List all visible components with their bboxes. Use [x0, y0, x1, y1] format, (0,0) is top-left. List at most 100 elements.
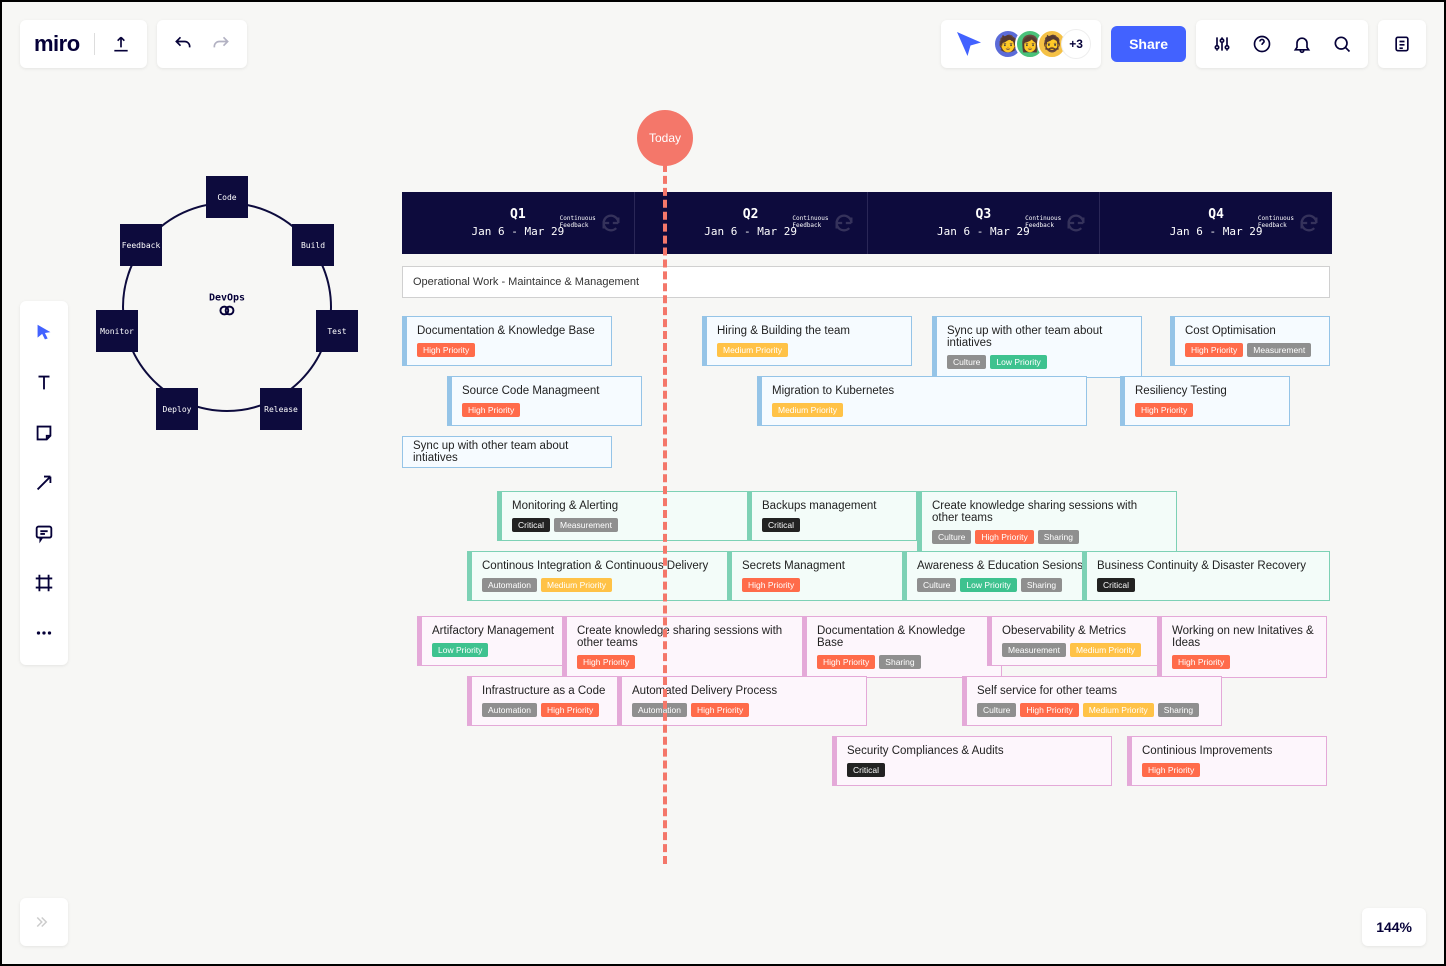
- tag: Low Priority: [990, 355, 1046, 369]
- sticky-tool[interactable]: [20, 409, 68, 457]
- avatars[interactable]: 🧑 👩 🧔 +3: [993, 29, 1091, 59]
- quarter-header[interactable]: Q3Jan 6 - Mar 29 ContinuousFeedback: [868, 192, 1101, 254]
- tag: Medium Priority: [772, 403, 843, 417]
- devops-node[interactable]: Test: [316, 310, 358, 352]
- tag: Sharing: [1021, 578, 1062, 592]
- arrow-tool[interactable]: [20, 459, 68, 507]
- continuous-feedback-icon: ContinuousFeedback: [1025, 212, 1087, 234]
- roadmap-card[interactable]: Secrets Managment High Priority: [727, 551, 917, 601]
- upload-icon[interactable]: [109, 32, 133, 56]
- roadmap-card[interactable]: Sync up with other team about intiatives: [402, 436, 612, 468]
- text-tool[interactable]: [20, 359, 68, 407]
- roadmap-card[interactable]: Working on new Initatives & Ideas High Pr…: [1157, 616, 1327, 678]
- tag: High Priority: [417, 343, 475, 357]
- quarter-header[interactable]: Q4Jan 6 - Mar 29 ContinuousFeedback: [1100, 192, 1332, 254]
- roadmap-card[interactable]: Resiliency Testing High Priority: [1120, 376, 1290, 426]
- swimlane-title: Operational Work - Maintaince & Manageme…: [413, 276, 639, 288]
- roadmap-card[interactable]: Monitoring & AlertingCriticalMeasurement: [497, 491, 757, 541]
- logo[interactable]: miro: [34, 31, 80, 57]
- card-title: Awareness & Education Sesions: [917, 560, 1091, 572]
- devops-diagram[interactable]: DevOps Code Build Test Release Deploy Mo…: [102, 182, 352, 432]
- expand-panel-button[interactable]: [20, 898, 68, 946]
- tag: Medium Priority: [717, 343, 788, 357]
- tag: Sharing: [1158, 703, 1199, 717]
- tag: High Priority: [1172, 655, 1230, 669]
- card-title: Hiring & Building the team: [717, 325, 901, 337]
- tag: High Priority: [975, 530, 1033, 544]
- tag: Low Priority: [432, 643, 488, 657]
- tag: Critical: [762, 518, 800, 532]
- devops-node[interactable]: Monitor: [96, 310, 138, 352]
- roadmap-card[interactable]: Awareness & Education SesionsCultureLow …: [902, 551, 1102, 601]
- roadmap-card[interactable]: Self service for other teamsCultureHigh …: [962, 676, 1222, 726]
- devops-center: DevOps: [209, 293, 245, 322]
- devops-node[interactable]: Code: [206, 176, 248, 218]
- bell-icon[interactable]: [1290, 32, 1314, 56]
- more-tools[interactable]: [20, 609, 68, 657]
- card-title: Security Compliances & Audits: [847, 745, 1101, 757]
- timeline[interactable]: Today Q1Jan 6 - Mar 29 ContinuousFeedbac…: [402, 192, 1332, 826]
- share-button[interactable]: Share: [1111, 26, 1186, 62]
- card-title: Self service for other teams: [977, 685, 1211, 697]
- devops-node[interactable]: Feedback: [120, 224, 162, 266]
- cursor-follow-icon[interactable]: [951, 26, 987, 62]
- continuous-feedback-icon: ContinuousFeedback: [792, 212, 854, 234]
- card-title: Resiliency Testing: [1135, 385, 1279, 397]
- card-title: Obeservability & Metrics: [1002, 625, 1166, 637]
- select-tool[interactable]: [20, 309, 68, 357]
- collab-group: 🧑 👩 🧔 +3: [941, 20, 1101, 68]
- roadmap-card[interactable]: Obeservability & MetricsMeasurementMediu…: [987, 616, 1177, 666]
- roadmap-card[interactable]: Hiring & Building the team Medium Priorit…: [702, 316, 912, 366]
- roadmap-card[interactable]: Cost Optimisation High Priority Measuremen…: [1170, 316, 1330, 366]
- card-title: Create knowledge sharing sessions with o…: [932, 500, 1166, 524]
- notes-icon[interactable]: [1390, 32, 1414, 56]
- roadmap-card[interactable]: Security Compliances & AuditsCritical: [832, 736, 1112, 786]
- card-title: Working on new Initatives & Ideas: [1172, 625, 1316, 649]
- roadmap-card[interactable]: Business Continuity & Disaster RecoveryC…: [1082, 551, 1330, 601]
- topbar: miro 🧑: [20, 20, 1426, 68]
- cards-area: Operational Work - Maintaince & Manageme…: [402, 266, 1332, 826]
- frame-tool[interactable]: [20, 559, 68, 607]
- card-title: Cost Optimisation: [1185, 325, 1319, 337]
- redo-icon[interactable]: [209, 32, 233, 56]
- devops-node[interactable]: Build: [292, 224, 334, 266]
- zoom-level[interactable]: 144%: [1362, 908, 1426, 946]
- undo-icon[interactable]: [171, 32, 195, 56]
- roadmap-card[interactable]: Continious ImprovementsHigh Priority: [1127, 736, 1327, 786]
- devops-node[interactable]: Release: [260, 388, 302, 430]
- roadmap-card[interactable]: Continous Integration & Continuous Deliv…: [467, 551, 737, 601]
- roadmap-card[interactable]: Migration to KubernetesMedium Priority: [757, 376, 1087, 426]
- tag: High Priority: [1185, 343, 1243, 357]
- tag: Measurement: [1247, 343, 1311, 357]
- card-title: Secrets Managment: [742, 560, 906, 572]
- history-group: [157, 20, 247, 68]
- tag: High Priority: [577, 655, 635, 669]
- help-icon[interactable]: [1250, 32, 1274, 56]
- card-title: Documentation & Knowledge Base: [817, 625, 991, 649]
- roadmap-card[interactable]: Create knowledge sharing sessions with o…: [917, 491, 1177, 553]
- card-title: Infrastructure as a Code: [482, 685, 636, 697]
- tag: Medium Priority: [541, 578, 612, 592]
- roadmap-card[interactable]: Documentation & Knowledge BaseHigh Prior…: [802, 616, 1002, 678]
- tag: Medium Priority: [1070, 643, 1141, 657]
- roadmap-card[interactable]: Backups managementCritical: [747, 491, 917, 541]
- tag: Sharing: [879, 655, 920, 669]
- divider: [94, 33, 95, 55]
- tool-palette: [20, 301, 68, 665]
- roadmap-card[interactable]: Documentation & Knowledge Base High Prior…: [402, 316, 612, 366]
- settings-icon[interactable]: [1210, 32, 1234, 56]
- tag: High Priority: [1135, 403, 1193, 417]
- tag: High Priority: [742, 578, 800, 592]
- comment-tool[interactable]: [20, 509, 68, 557]
- avatar-overflow[interactable]: +3: [1061, 29, 1091, 59]
- search-icon[interactable]: [1330, 32, 1354, 56]
- roadmap-card[interactable]: Sync up with other team about intiatives…: [932, 316, 1142, 378]
- quarter-header[interactable]: Q1Jan 6 - Mar 29 ContinuousFeedback: [402, 192, 635, 254]
- card-title: Monitoring & Alerting: [512, 500, 746, 512]
- roadmap-card[interactable]: Source Code ManagmeentHigh Priority: [447, 376, 642, 426]
- swimlane-header[interactable]: Operational Work - Maintaince & Manageme…: [402, 266, 1330, 298]
- card-title: Documentation & Knowledge Base: [417, 325, 601, 337]
- devops-node[interactable]: Deploy: [156, 388, 198, 430]
- today-marker[interactable]: Today: [637, 110, 693, 864]
- tag: Critical: [512, 518, 550, 532]
